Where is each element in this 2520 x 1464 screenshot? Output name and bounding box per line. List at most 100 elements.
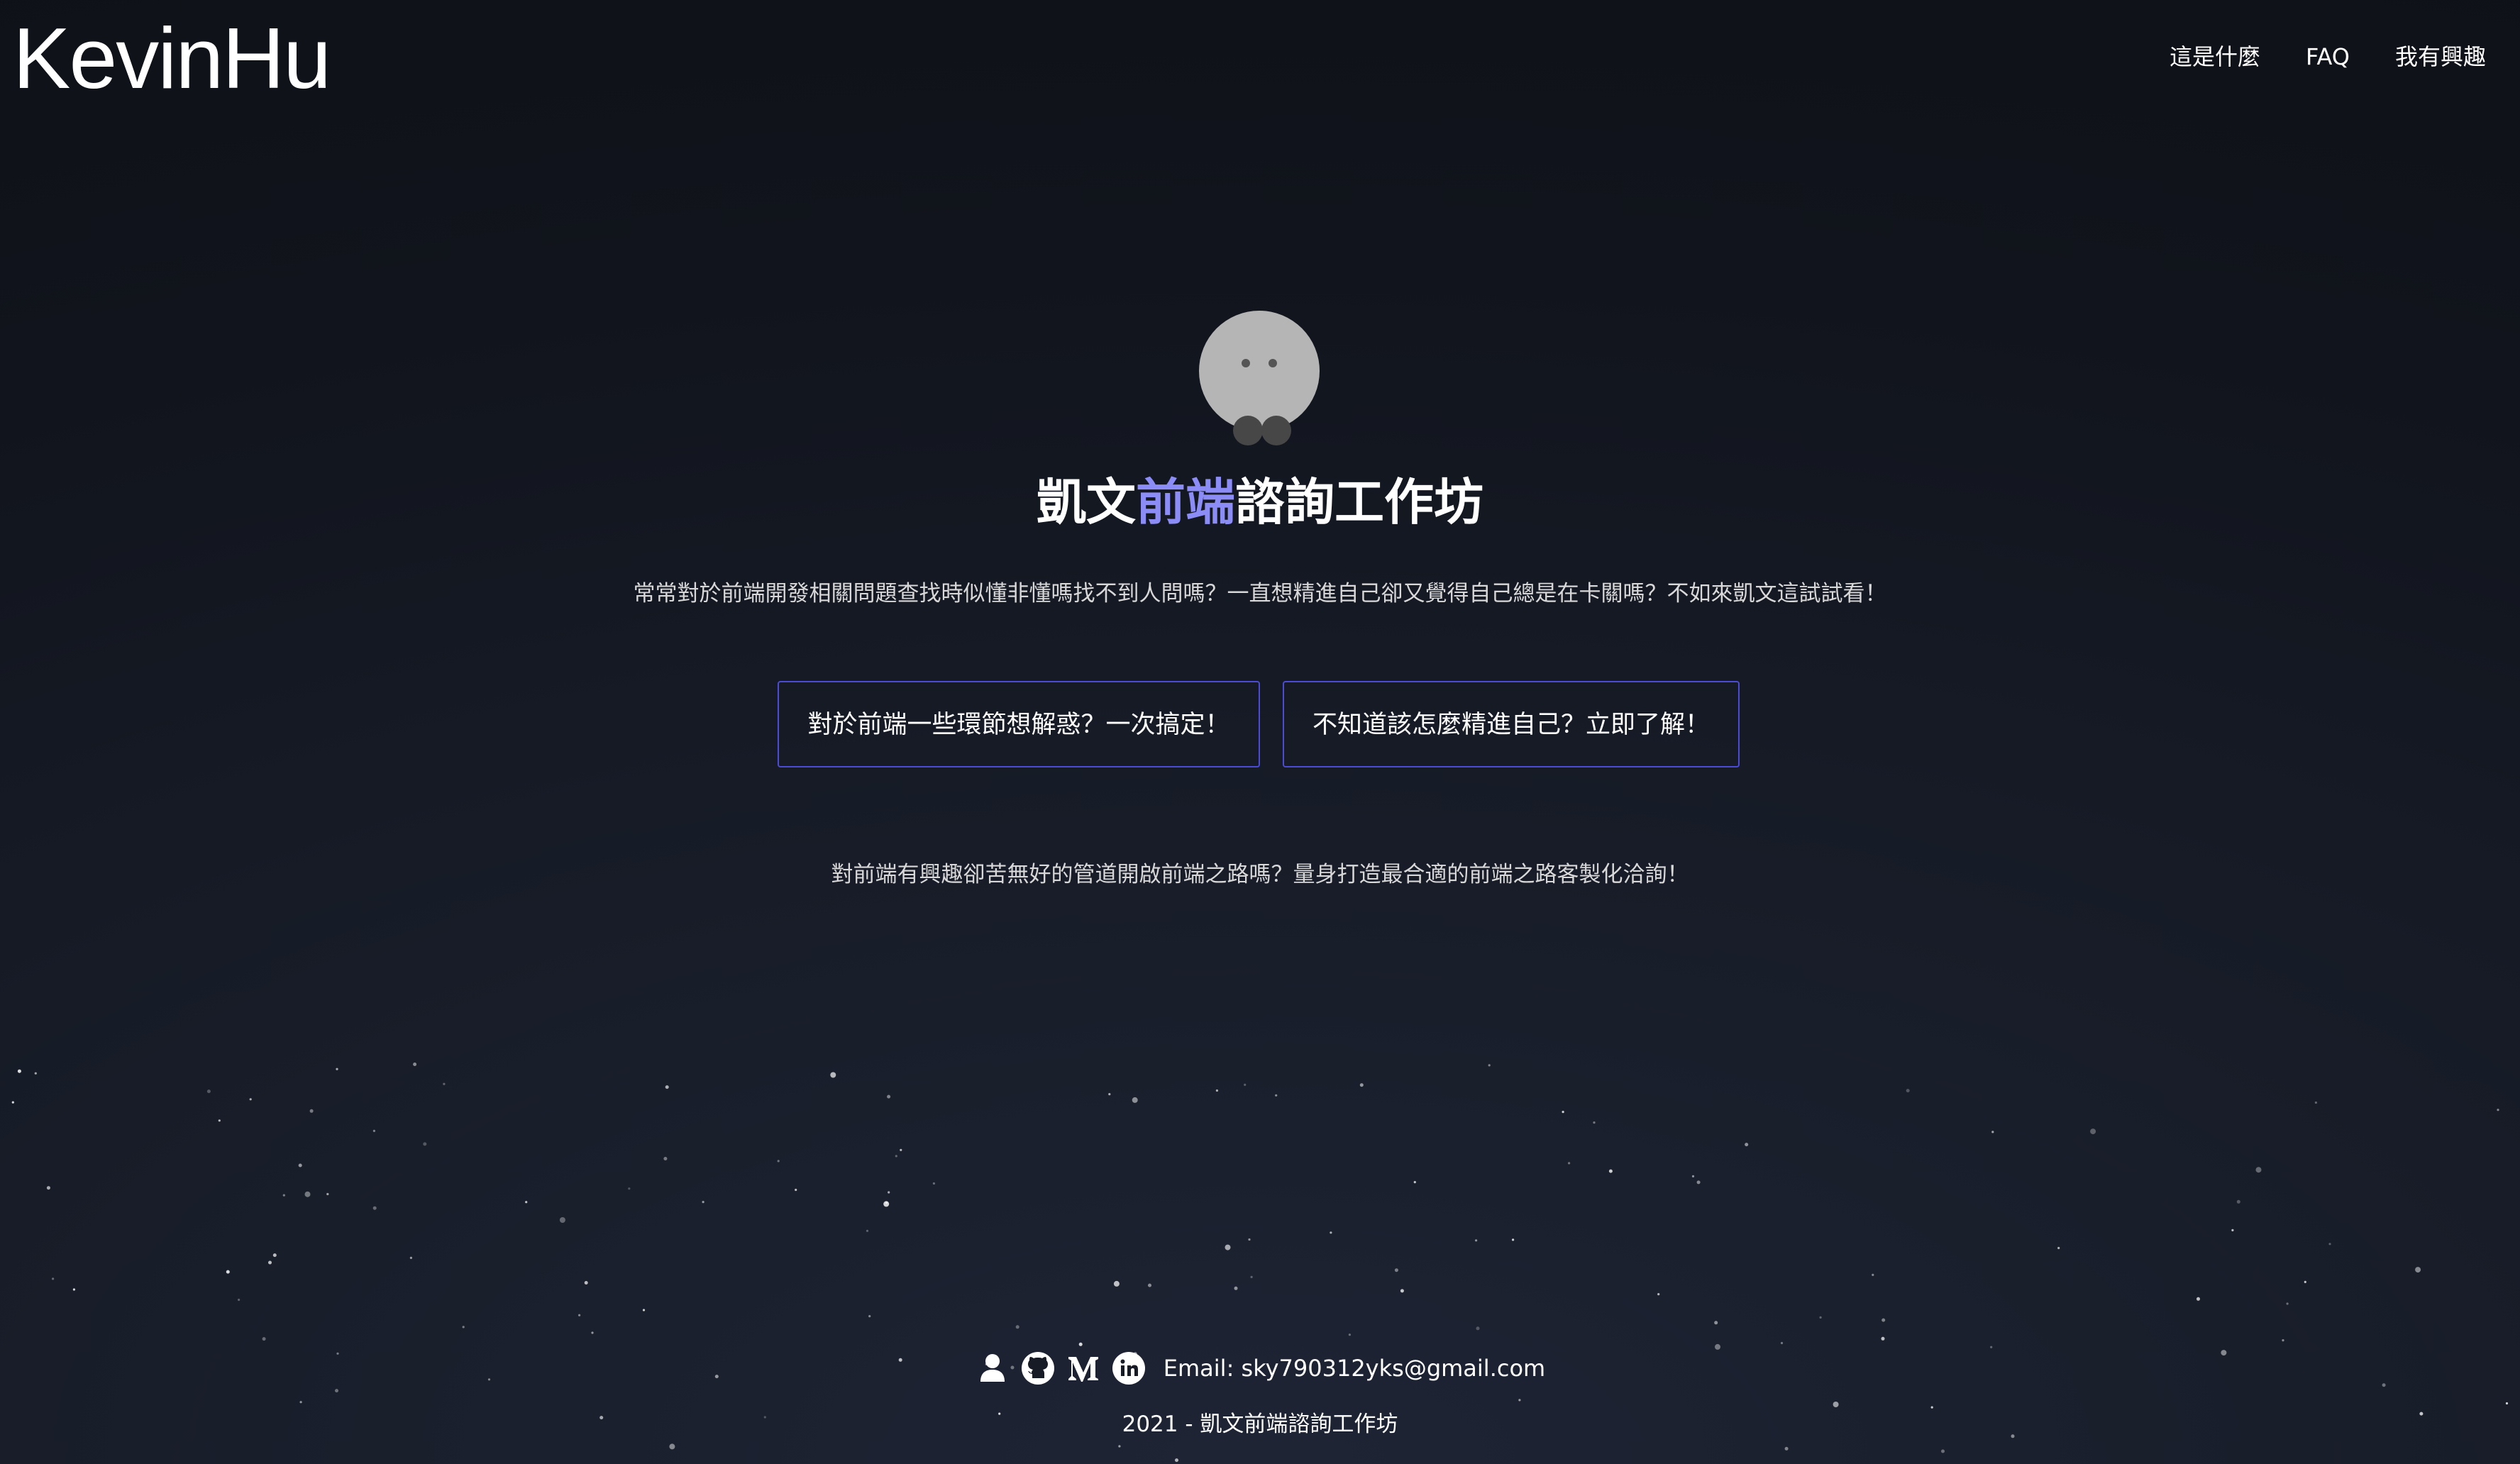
star bbox=[262, 1337, 266, 1341]
star bbox=[1990, 1346, 1993, 1348]
star bbox=[2255, 1167, 2262, 1173]
star bbox=[423, 1142, 427, 1146]
title-suffix: 諮詢工作坊 bbox=[1235, 473, 1483, 531]
solve-questions-button[interactable]: 對於前端一些環節想解惑？一次搞定！ bbox=[778, 681, 1260, 767]
star bbox=[1225, 1244, 1231, 1250]
star bbox=[885, 1202, 888, 1204]
star bbox=[1562, 1111, 1564, 1114]
star bbox=[1118, 1445, 1121, 1448]
star bbox=[34, 1072, 37, 1075]
user-icon[interactable] bbox=[975, 1351, 1010, 1386]
star bbox=[1518, 1399, 1521, 1402]
star bbox=[2328, 1243, 2331, 1246]
starfield-background bbox=[11, 1063, 2509, 1463]
star bbox=[1608, 1169, 1613, 1173]
star bbox=[1234, 1286, 1238, 1290]
star bbox=[2196, 1297, 2200, 1301]
star bbox=[17, 1069, 21, 1073]
star bbox=[1015, 1325, 1019, 1329]
nav-link-faq[interactable]: FAQ bbox=[2306, 41, 2350, 72]
footer-copyright: 2021 - 凱文前端諮詢工作坊 bbox=[1122, 1412, 1398, 1437]
star bbox=[1132, 1097, 1138, 1103]
star bbox=[2304, 1280, 2306, 1283]
star bbox=[777, 1160, 780, 1163]
star bbox=[1394, 1268, 1398, 1272]
star bbox=[559, 1217, 565, 1223]
star bbox=[72, 1288, 75, 1291]
star bbox=[1400, 1289, 1404, 1293]
star bbox=[2282, 1339, 2284, 1342]
star bbox=[1330, 1231, 1332, 1234]
star bbox=[1175, 1458, 1178, 1463]
contact-email[interactable]: Email: sky790312yks@gmail.com bbox=[1164, 1355, 1545, 1382]
star bbox=[932, 1182, 935, 1185]
star bbox=[1512, 1238, 1515, 1241]
star bbox=[1275, 1094, 1278, 1097]
star bbox=[206, 1089, 211, 1094]
star bbox=[1819, 1316, 1822, 1319]
star bbox=[1714, 1321, 1718, 1325]
star bbox=[46, 1186, 50, 1190]
star bbox=[1476, 1326, 1480, 1331]
star bbox=[282, 1194, 285, 1197]
hero-tagline: 常常對於前端開發相關問題查找時似懂非懂嗎找不到人問嗎？一直想精進自己卻又覺得自己… bbox=[633, 581, 1887, 606]
star bbox=[1941, 1449, 1945, 1453]
github-icon[interactable] bbox=[1020, 1351, 1056, 1386]
star bbox=[1348, 1333, 1351, 1336]
star bbox=[52, 1277, 55, 1280]
star bbox=[335, 1389, 338, 1393]
star bbox=[702, 1201, 704, 1204]
star bbox=[1078, 1342, 1083, 1346]
star bbox=[336, 1068, 338, 1070]
top-nav: 這是什麼 FAQ 我有興趣 bbox=[2170, 41, 2486, 72]
star bbox=[272, 1253, 277, 1258]
star bbox=[1881, 1318, 1886, 1322]
avatar-head bbox=[1199, 311, 1320, 431]
star bbox=[1359, 1083, 1364, 1087]
star bbox=[11, 1101, 14, 1104]
star bbox=[578, 1314, 581, 1316]
star bbox=[1113, 1280, 1120, 1287]
star bbox=[226, 1270, 230, 1274]
brand-logo[interactable]: KevinHu bbox=[13, 4, 331, 113]
star bbox=[1488, 1064, 1491, 1067]
nav-link-what-is-this[interactable]: 這是什麼 bbox=[2170, 41, 2260, 72]
star bbox=[669, 1443, 675, 1450]
star bbox=[1593, 1121, 1596, 1124]
star bbox=[2286, 1302, 2289, 1305]
star bbox=[830, 1072, 836, 1078]
star bbox=[238, 1298, 241, 1302]
star bbox=[1780, 1341, 1784, 1345]
star bbox=[1215, 1089, 1218, 1092]
star bbox=[372, 1129, 376, 1132]
star bbox=[299, 1401, 302, 1404]
star bbox=[1108, 1093, 1111, 1096]
star bbox=[268, 1260, 272, 1265]
nav-link-interested[interactable]: 我有興趣 bbox=[2395, 41, 2486, 72]
avatar-illustration bbox=[1199, 311, 1321, 448]
star bbox=[895, 1155, 897, 1158]
avatar-right-eye bbox=[1269, 359, 1277, 367]
star bbox=[2415, 1267, 2421, 1273]
learn-more-button[interactable]: 不知道該怎麼精進自己？立即了解！ bbox=[1283, 681, 1740, 767]
avatar-left-eye bbox=[1242, 359, 1250, 367]
star bbox=[304, 1191, 311, 1197]
star bbox=[1881, 1336, 1885, 1341]
star bbox=[1696, 1180, 1701, 1185]
star bbox=[1250, 1275, 1253, 1278]
star bbox=[413, 1063, 417, 1066]
star bbox=[663, 1157, 668, 1160]
star bbox=[2231, 1229, 2234, 1231]
star bbox=[1784, 1446, 1789, 1451]
star bbox=[298, 1163, 302, 1168]
footer-contact: Email: sky790312yks@gmail.com bbox=[0, 1351, 2520, 1386]
star bbox=[1657, 1293, 1660, 1296]
star bbox=[2314, 1101, 2317, 1104]
linkedin-icon[interactable] bbox=[1111, 1351, 1146, 1386]
star bbox=[249, 1098, 252, 1101]
star bbox=[409, 1256, 413, 1259]
medium-icon[interactable] bbox=[1066, 1351, 1101, 1386]
star bbox=[1413, 1181, 1416, 1184]
star bbox=[326, 1192, 329, 1196]
star bbox=[218, 1119, 221, 1122]
